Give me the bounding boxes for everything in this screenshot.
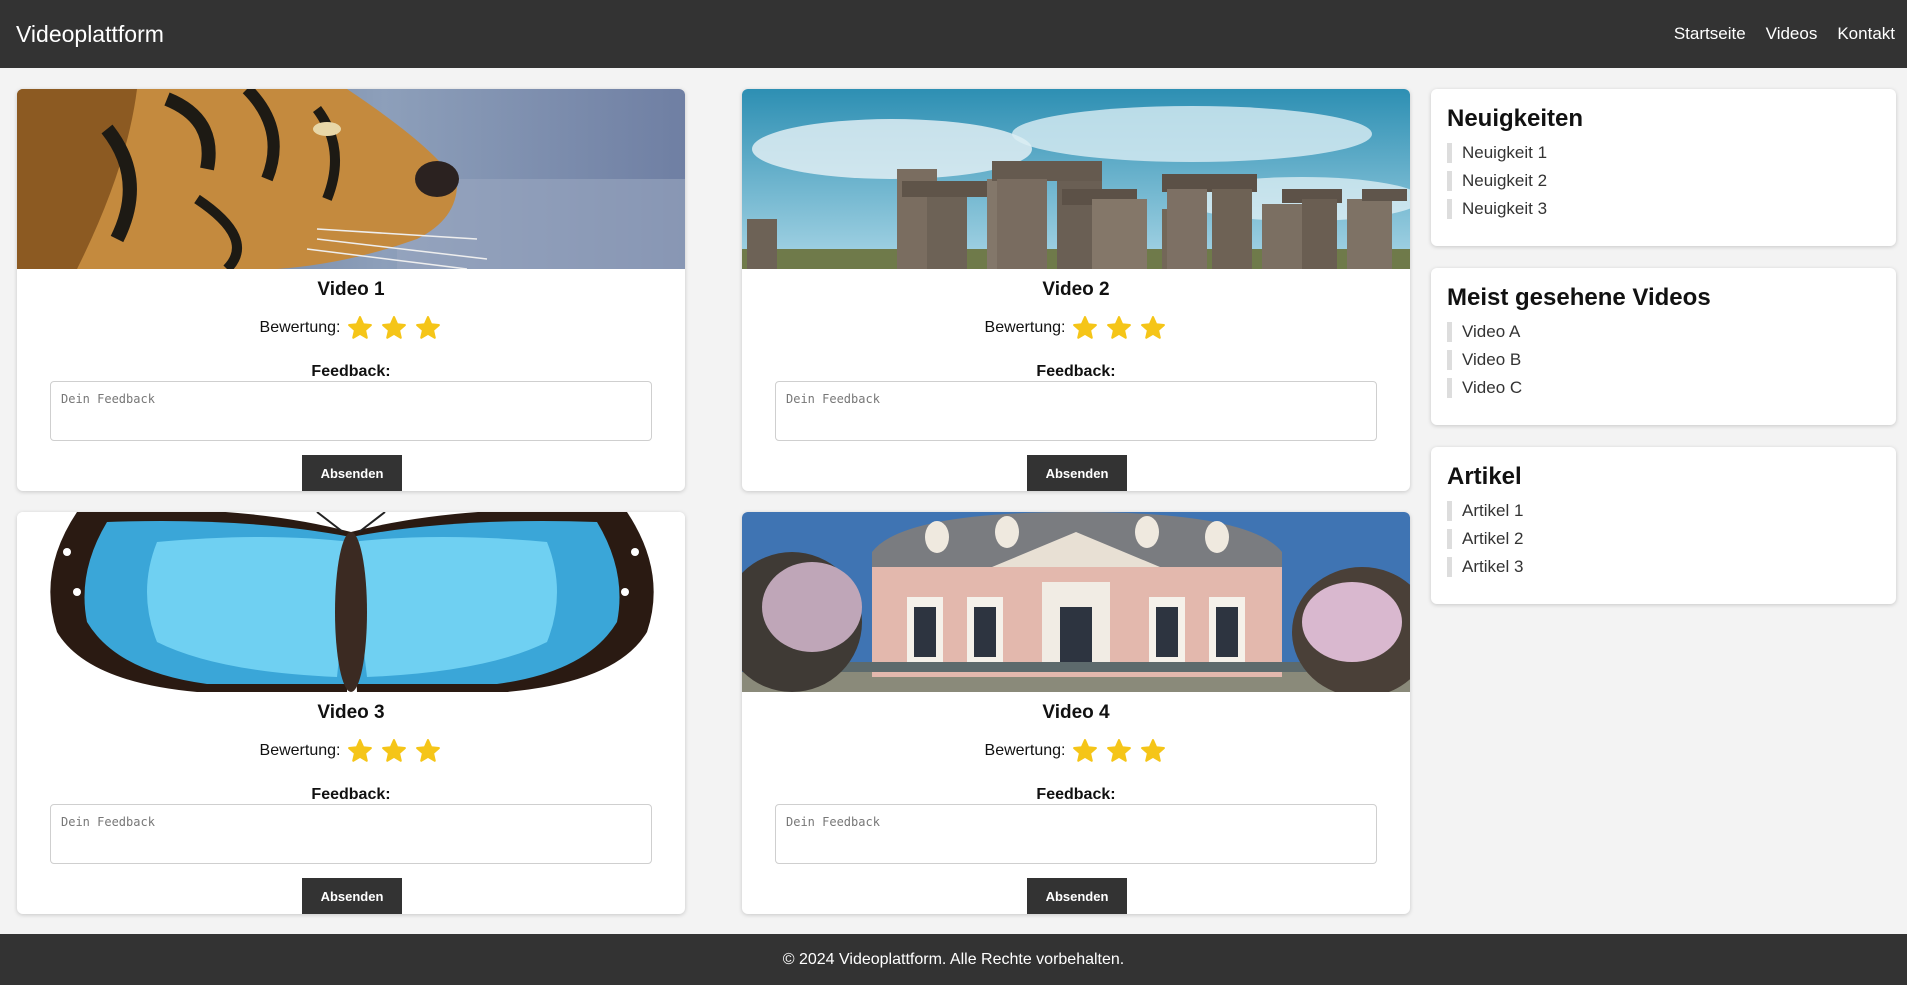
video-card-3: Video 3 Bewertung: Feedback: Absenden — [17, 512, 685, 914]
rating-label: Bewertung: — [259, 319, 341, 336]
rating-row: Bewertung: — [17, 738, 685, 764]
star-icon[interactable] — [1071, 315, 1099, 341]
star-icon[interactable] — [1071, 738, 1099, 764]
submit-button[interactable]: Absenden — [1027, 455, 1127, 491]
popular-heading: Meist gesehene Videos — [1447, 284, 1711, 311]
video-title: Video 2 — [1042, 279, 1110, 300]
feedback-label: Feedback: — [311, 363, 391, 380]
popular-list: Video A Video B Video C — [1447, 322, 1880, 398]
star-icon[interactable] — [346, 738, 374, 764]
articles-list: Artikel 1 Artikel 2 Artikel 3 — [1447, 501, 1880, 577]
nav-link-startseite[interactable]: Startseite — [1674, 24, 1746, 44]
video-title: Video 4 — [1042, 702, 1110, 723]
video-thumbnail[interactable] — [17, 89, 685, 269]
feedback-input[interactable] — [50, 381, 652, 441]
popular-videos-panel: Meist gesehene Videos Video A Video B Vi… — [1431, 268, 1896, 425]
articles-heading: Artikel — [1447, 463, 1522, 490]
star-icon[interactable] — [346, 315, 374, 341]
video-title: Video 1 — [317, 279, 385, 300]
star-icon[interactable] — [414, 315, 442, 341]
feedback-label: Feedback: — [311, 786, 391, 803]
popular-item[interactable]: Video B — [1447, 350, 1880, 370]
rating-row: Bewertung: — [17, 315, 685, 341]
article-item[interactable]: Artikel 3 — [1447, 557, 1880, 577]
submit-button[interactable]: Absenden — [302, 878, 402, 914]
star-icon[interactable] — [1139, 315, 1167, 341]
news-item[interactable]: Neuigkeit 3 — [1447, 199, 1880, 219]
feedback-input[interactable] — [775, 804, 1377, 864]
submit-button[interactable]: Absenden — [1027, 878, 1127, 914]
star-icon[interactable] — [414, 738, 442, 764]
copyright-text: © 2024 Videoplattform. Alle Rechte vorbe… — [782, 950, 1125, 968]
popular-item[interactable]: Video C — [1447, 378, 1880, 398]
video-thumbnail[interactable] — [742, 89, 1410, 269]
nav-link-kontakt[interactable]: Kontakt — [1837, 24, 1895, 44]
submit-button[interactable]: Absenden — [302, 455, 402, 491]
star-icon[interactable] — [1139, 738, 1167, 764]
rating-label: Bewertung: — [984, 742, 1066, 759]
article-item[interactable]: Artikel 1 — [1447, 501, 1880, 521]
nav-link-videos[interactable]: Videos — [1766, 24, 1818, 44]
news-list: Neuigkeit 1 Neuigkeit 2 Neuigkeit 3 — [1447, 143, 1880, 219]
star-icon[interactable] — [1105, 315, 1133, 341]
rating-row: Bewertung: — [742, 315, 1410, 341]
popular-item[interactable]: Video A — [1447, 322, 1880, 342]
feedback-input[interactable] — [50, 804, 652, 864]
rating-row: Bewertung: — [742, 738, 1410, 764]
rating-label: Bewertung: — [984, 319, 1066, 336]
main-nav: Startseite Videos Kontakt — [1674, 24, 1895, 44]
news-panel: Neuigkeiten Neuigkeit 1 Neuigkeit 2 Neui… — [1431, 89, 1896, 246]
article-item[interactable]: Artikel 2 — [1447, 529, 1880, 549]
video-card-2: Video 2 Bewertung: Feedback: Absenden — [742, 89, 1410, 491]
video-card-4: Video 4 Bewertung: Feedback: Absenden — [742, 512, 1410, 914]
tiger-image — [17, 89, 685, 269]
top-nav-bar: Videoplattform Startseite Videos Kontakt — [0, 0, 1907, 68]
star-icon[interactable] — [380, 738, 408, 764]
star-icon[interactable] — [1105, 738, 1133, 764]
feedback-label: Feedback: — [1036, 363, 1116, 380]
site-logo[interactable]: Videoplattform — [16, 21, 164, 48]
rating-label: Bewertung: — [259, 742, 341, 759]
news-item[interactable]: Neuigkeit 2 — [1447, 171, 1880, 191]
feedback-label: Feedback: — [1036, 786, 1116, 803]
butterfly-image — [17, 512, 685, 692]
news-heading: Neuigkeiten — [1447, 105, 1584, 132]
star-icon[interactable] — [380, 315, 408, 341]
news-item[interactable]: Neuigkeit 1 — [1447, 143, 1880, 163]
feedback-input[interactable] — [775, 381, 1377, 441]
palace-image — [742, 512, 1410, 692]
video-card-1: Video 1 Bewertung: Feedback: Absenden — [17, 89, 685, 491]
video-thumbnail[interactable] — [742, 512, 1410, 692]
footer: © 2024 Videoplattform. Alle Rechte vorbe… — [0, 934, 1907, 985]
articles-panel: Artikel Artikel 1 Artikel 2 Artikel 3 — [1431, 447, 1896, 604]
video-title: Video 3 — [317, 702, 385, 723]
video-thumbnail[interactable] — [17, 512, 685, 692]
stonehenge-image — [742, 89, 1410, 269]
